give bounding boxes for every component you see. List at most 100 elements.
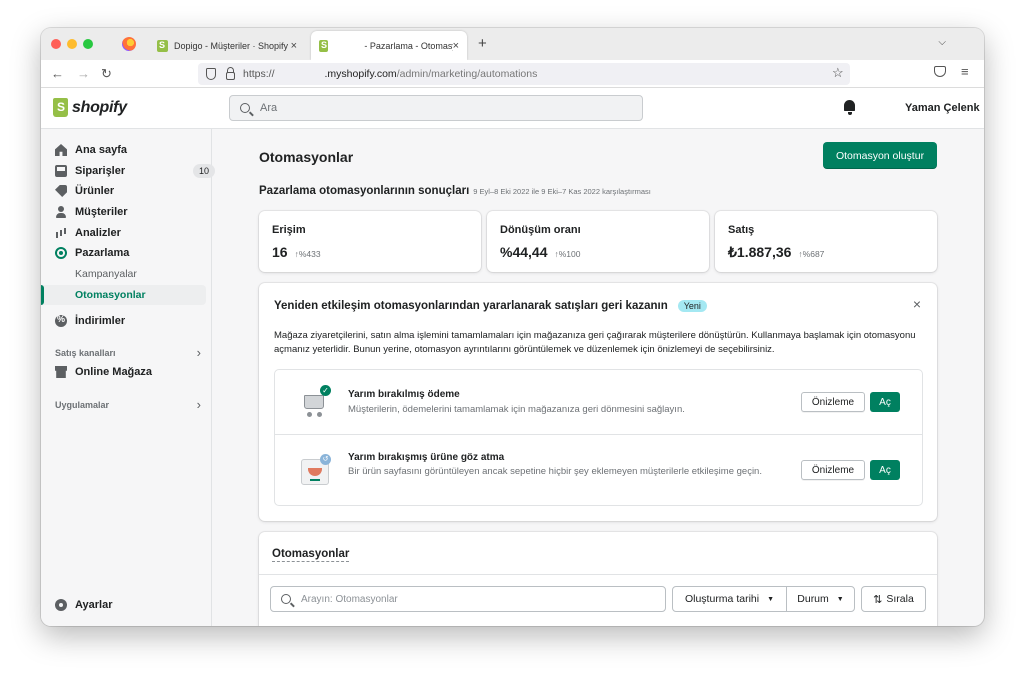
tracking-shield-icon[interactable] <box>206 68 216 80</box>
apps-header[interactable]: Uygulamalar › <box>55 397 201 412</box>
sidebar-item-label: Pazarlama <box>75 247 130 259</box>
reload-icon[interactable]: ↻ <box>101 66 112 82</box>
preview-button[interactable]: Önizleme <box>801 460 865 480</box>
person-icon <box>55 206 67 218</box>
search-placeholder: Ara <box>260 102 278 114</box>
browser-tab-customers[interactable]: Dopigo - Müşteriler · Shopify × <box>149 31 305 60</box>
metric-card-conversion[interactable]: Dönüşüm oranı %44,44 ↑%100 <box>487 211 709 272</box>
sidebar-item-products[interactable]: Ürünler <box>55 181 205 201</box>
page-title: Otomasyonlar <box>259 149 354 165</box>
sidebar-item-customers[interactable]: Müşteriler <box>55 202 205 222</box>
home-icon <box>55 144 67 156</box>
metric-number: 16 <box>272 244 288 260</box>
chevron-right-icon[interactable]: › <box>197 397 201 412</box>
shopify-logo[interactable]: shopify <box>53 98 127 117</box>
sidebar-item-label: Ana sayfa <box>75 144 127 156</box>
enable-button[interactable]: Aç <box>870 392 900 412</box>
sidebar: Ana sayfa Siparişler 10 Ürünler Müşteril… <box>41 129 215 626</box>
sidebar-item-label: Ürünler <box>75 185 115 197</box>
sidebar-item-online-store[interactable]: Online Mağaza <box>55 362 205 382</box>
global-search-input[interactable]: Ara <box>229 95 643 121</box>
window-controls <box>51 39 93 49</box>
user-menu[interactable]: Yaman Çelenk <box>905 102 980 114</box>
sort-button[interactable]: ⇅ Sırala <box>861 586 926 612</box>
promo-heading-text: Yeniden etkileşim otomasyonlarından yara… <box>274 300 668 312</box>
caret-down-icon: ▼ <box>767 595 775 603</box>
tab-close-icon[interactable]: × <box>453 40 459 52</box>
minimize-window-button[interactable] <box>67 39 77 49</box>
preview-button[interactable]: Önizleme <box>801 392 865 412</box>
product-browse-icon: ↺ <box>298 453 332 487</box>
maximize-window-button[interactable] <box>83 39 93 49</box>
browser-tab-automations[interactable]: - Pazarlama - Otomasyonlar × <box>311 31 467 60</box>
automation-title: Yarım bırakılmış ödeme <box>348 389 460 400</box>
new-badge: Yeni <box>677 300 707 312</box>
url-path: /admin/marketing/automations <box>396 68 538 80</box>
pocket-icon[interactable] <box>934 66 946 77</box>
sidebar-item-marketing[interactable]: Pazarlama <box>55 243 205 263</box>
sidebar-subitem-campaigns[interactable]: Kampanyalar <box>75 264 137 284</box>
enable-button[interactable]: Aç <box>870 460 900 480</box>
tab-list-chevron-icon[interactable]: ⌵ <box>938 37 946 48</box>
menu-icon[interactable]: ≡ <box>961 64 969 79</box>
lock-icon[interactable] <box>226 67 235 80</box>
sort-icon: ⇅ <box>873 593 883 606</box>
address-bar[interactable]: https:// .myshopify.com /admin/marketing… <box>198 63 850 85</box>
metric-card-sales[interactable]: Satış ₺1.887,36 ↑%687 <box>715 211 937 272</box>
close-window-button[interactable] <box>51 39 61 49</box>
url-host: .myshopify.com <box>324 68 397 80</box>
store-icon <box>55 366 67 378</box>
orders-icon <box>55 165 67 177</box>
dismiss-close-icon[interactable]: × <box>913 296 921 312</box>
sidebar-item-settings[interactable]: Ayarlar <box>55 595 205 615</box>
metric-change: ↑%433 <box>294 249 321 259</box>
status-filter-button[interactable]: Durum ▼ <box>786 586 855 612</box>
search-icon <box>281 594 291 604</box>
create-automation-button[interactable]: Otomasyon oluştur <box>823 142 937 169</box>
tab-title: Dopigo - Müşteriler · Shopify <box>174 40 289 51</box>
sidebar-subitem-automations[interactable]: Otomasyonlar <box>75 285 146 305</box>
new-tab-button[interactable]: + <box>478 35 487 52</box>
metric-label: Erişim <box>272 224 306 236</box>
chevron-right-icon[interactable]: › <box>197 345 201 360</box>
forward-arrow-icon[interactable]: → <box>77 66 90 81</box>
metric-change: ↑%100 <box>554 249 581 259</box>
tag-icon <box>55 185 67 197</box>
browser-window: Dopigo - Müşteriler · Shopify × - Pazarl… <box>41 28 984 626</box>
sidebar-item-orders[interactable]: Siparişler 10 <box>55 161 215 181</box>
shopify-favicon-icon <box>157 39 168 52</box>
results-title-text: Pazarlama otomasyonlarının sonuçları <box>259 185 470 197</box>
shopify-bag-icon <box>53 98 68 117</box>
section-label-text: Satış kanalları <box>55 348 116 358</box>
list-title: Otomasyonlar <box>272 548 350 562</box>
tab-close-icon[interactable]: × <box>291 40 297 52</box>
sidebar-item-label: Ayarlar <box>75 599 113 611</box>
admin-top-bar: shopify Ara Yaman Çelenk <box>41 88 984 129</box>
sidebar-item-discounts[interactable]: İndirimler <box>55 311 205 331</box>
browser-toolbar: ← → ↻ https:// .myshopify.com /admin/mar… <box>41 60 984 88</box>
filter-label: Oluşturma tarihi <box>684 593 760 605</box>
metric-card-reach[interactable]: Erişim 16 ↑%433 <box>259 211 481 272</box>
logo-text: shopify <box>72 98 127 116</box>
caret-down-icon: ▼ <box>836 595 844 603</box>
automation-templates-list: ✓ Yarım bırakılmış ödeme Müşterilerin, ö… <box>274 369 923 506</box>
notification-bell-icon[interactable] <box>844 100 856 115</box>
target-icon <box>55 247 67 259</box>
automation-search-input[interactable]: Arayın: Otomasyonlar <box>270 586 666 612</box>
back-arrow-icon[interactable]: ← <box>51 66 64 81</box>
search-placeholder: Arayın: Otomasyonlar <box>301 593 398 605</box>
divider <box>259 574 937 575</box>
results-heading: Pazarlama otomasyonlarının sonuçları 9 Ey… <box>259 185 651 197</box>
sidebar-item-analytics[interactable]: Analizler <box>55 223 205 243</box>
sidebar-item-home[interactable]: Ana sayfa <box>55 140 205 160</box>
automation-title: Yarım bırakışmış ürüne göz atma <box>348 452 505 463</box>
metric-label: Satış <box>728 224 755 236</box>
main-content: Otomasyonlar Otomasyon oluştur Pazarlama… <box>212 129 984 626</box>
sales-channels-header[interactable]: Satış kanalları › <box>55 345 201 360</box>
shopify-favicon-icon <box>319 39 329 52</box>
sidebar-item-label: Müşteriler <box>75 206 128 218</box>
created-date-filter-button[interactable]: Oluşturma tarihi ▼ <box>672 586 787 612</box>
browser-tab-bar: Dopigo - Müşteriler · Shopify × - Pazarl… <box>41 28 984 60</box>
metric-number: ₺1.887,36 <box>728 244 792 260</box>
bookmark-star-icon[interactable]: ☆ <box>832 65 844 81</box>
